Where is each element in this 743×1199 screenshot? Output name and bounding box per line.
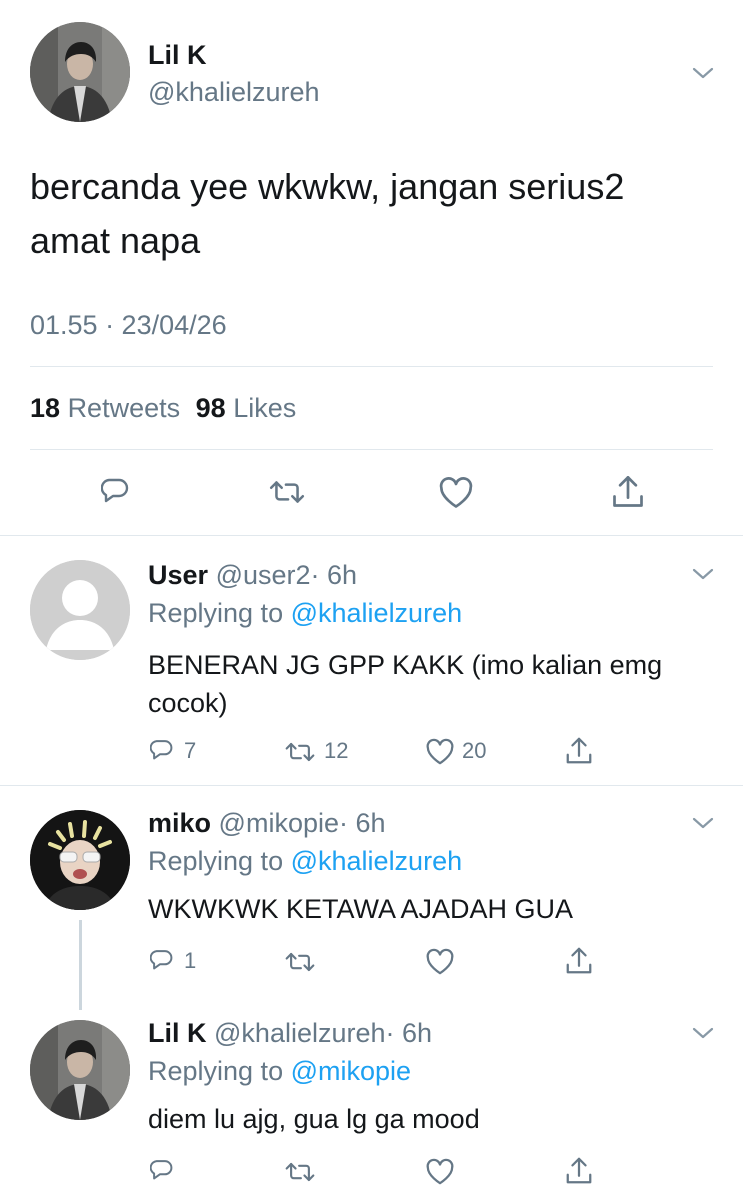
avatar[interactable] — [30, 560, 130, 660]
reply-count: 1 — [184, 948, 197, 973]
share-icon[interactable] — [564, 1156, 594, 1186]
reply-time: · 6h — [310, 560, 358, 590]
share-icon[interactable] — [564, 946, 594, 976]
replying-to-link[interactable]: @khalielzureh — [291, 598, 463, 628]
reply-header: User @user2· 6h — [148, 560, 357, 591]
reply-text-line: BENERAN JG GPP KAKK (imo kalian emg — [148, 650, 663, 680]
like-icon[interactable] — [425, 948, 455, 976]
tweet-text-line: bercanda yee wkwkw, jangan serius2 — [30, 166, 625, 207]
retweet-icon[interactable] — [284, 740, 316, 764]
avatar[interactable] — [30, 1020, 130, 1120]
like-icon[interactable] — [438, 476, 474, 510]
divider — [30, 366, 713, 367]
reply-text: diem lu ajg, gua lg ga mood — [148, 1104, 480, 1134]
reply-text: WKWKWK KETAWA AJADAH GUA — [148, 894, 574, 924]
replying-to: Replying to @khalielzureh — [148, 846, 462, 877]
reply-author-name[interactable]: User — [148, 560, 208, 590]
tweet-timestamp[interactable]: 01.55 · 23/04/26 — [30, 310, 227, 341]
tweet-text: bercanda yee wkwkw, jangan serius2 amat … — [30, 160, 624, 268]
retweet-count: 12 — [324, 738, 349, 763]
replying-prefix: Replying to — [148, 846, 284, 876]
reply-header: Lil K @khalielzureh· 6h — [148, 1018, 432, 1049]
likes-count[interactable]: 98 — [196, 393, 226, 423]
likes-label[interactable]: Likes — [233, 393, 296, 423]
retweets-label[interactable]: Retweets — [68, 393, 181, 423]
author-name[interactable]: Lil K — [148, 40, 207, 71]
like-icon[interactable] — [425, 738, 455, 766]
share-icon[interactable] — [610, 474, 646, 510]
reply-icon[interactable] — [150, 948, 178, 974]
reply-icon[interactable] — [150, 738, 178, 764]
divider — [30, 449, 713, 450]
reply-time: · 6h — [385, 1018, 433, 1048]
thread-line — [79, 920, 82, 1010]
reply-author-handle[interactable]: @user2 — [216, 560, 311, 590]
section-divider — [0, 535, 743, 536]
replying-to-link[interactable]: @mikopie — [291, 1056, 411, 1086]
chevron-down-icon[interactable] — [692, 567, 714, 581]
avatar[interactable] — [30, 810, 130, 910]
reply-author-handle[interactable]: @khalielzureh — [214, 1018, 386, 1048]
tweet-text-line: amat napa — [30, 220, 201, 261]
avatar[interactable] — [30, 22, 130, 122]
reply-text-line: cocok) — [148, 688, 228, 718]
replying-to: Replying to @khalielzureh — [148, 598, 462, 629]
engagement-stats: 18 Retweets 98 Likes — [30, 393, 296, 424]
replying-to-link[interactable]: @khalielzureh — [291, 846, 463, 876]
like-icon[interactable] — [425, 1158, 455, 1186]
chevron-down-icon[interactable] — [692, 66, 714, 80]
share-icon[interactable] — [564, 736, 594, 766]
reply-icon[interactable] — [101, 475, 135, 509]
chevron-down-icon[interactable] — [692, 1026, 714, 1040]
like-count: 20 — [462, 738, 487, 763]
retweet-icon[interactable] — [284, 1160, 316, 1184]
replying-to: Replying to @mikopie — [148, 1056, 411, 1087]
section-divider — [0, 785, 743, 786]
reply-icon[interactable] — [150, 1158, 178, 1184]
reply-time: · 6h — [339, 808, 386, 838]
reply-author-name[interactable]: Lil K — [148, 1018, 207, 1048]
retweets-count[interactable]: 18 — [30, 393, 60, 423]
reply-author-handle[interactable]: @mikopie — [219, 808, 339, 838]
replying-prefix: Replying to — [148, 598, 284, 628]
reply-header: miko @mikopie· 6h — [148, 808, 386, 839]
retweet-icon[interactable] — [284, 950, 316, 974]
reply-count: 7 — [184, 738, 197, 763]
author-handle[interactable]: @khalielzureh — [148, 77, 320, 108]
retweet-icon[interactable] — [268, 478, 306, 506]
reply-text: BENERAN JG GPP KAKK (imo kalian emg coco… — [148, 646, 662, 722]
replying-prefix: Replying to — [148, 1056, 284, 1086]
reply-author-name[interactable]: miko — [148, 808, 211, 838]
chevron-down-icon[interactable] — [692, 816, 714, 830]
